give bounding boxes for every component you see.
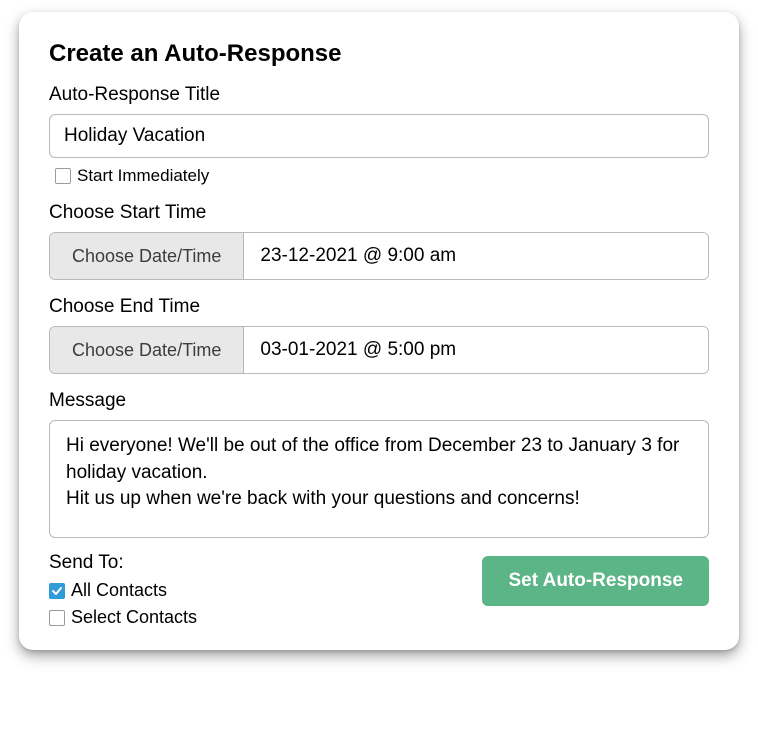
send-all-row[interactable]: All Contacts	[49, 580, 197, 601]
send-select-row[interactable]: Select Contacts	[49, 607, 197, 628]
start-immediately-row[interactable]: Start Immediately	[49, 166, 709, 186]
end-datetime-input[interactable]	[244, 327, 708, 373]
send-to-group: Send To: All Contacts Select Contacts	[49, 552, 197, 628]
send-select-label: Select Contacts	[71, 607, 197, 628]
set-auto-response-button[interactable]: Set Auto-Response	[482, 556, 709, 606]
bottom-row: Send To: All Contacts Select Contacts Se…	[49, 552, 709, 628]
message-label: Message	[49, 390, 709, 412]
title-input[interactable]	[49, 114, 709, 158]
title-label: Auto-Response Title	[49, 84, 709, 106]
send-all-checkbox[interactable]	[49, 583, 65, 599]
check-icon	[51, 585, 63, 597]
send-select-checkbox[interactable]	[49, 610, 65, 626]
message-textarea[interactable]	[49, 420, 709, 538]
choose-end-datetime-button[interactable]: Choose Date/Time	[50, 327, 244, 373]
form-title: Create an Auto-Response	[49, 40, 709, 68]
end-time-label: Choose End Time	[49, 296, 709, 318]
start-immediately-label: Start Immediately	[77, 166, 209, 186]
send-to-label: Send To:	[49, 552, 197, 574]
start-datetime-input[interactable]	[244, 233, 708, 279]
send-all-label: All Contacts	[71, 580, 167, 601]
auto-response-form: Create an Auto-Response Auto-Response Ti…	[19, 12, 739, 650]
start-time-label: Choose Start Time	[49, 202, 709, 224]
choose-start-datetime-button[interactable]: Choose Date/Time	[50, 233, 244, 279]
end-time-row: Choose Date/Time	[49, 326, 709, 374]
start-time-row: Choose Date/Time	[49, 232, 709, 280]
start-immediately-checkbox[interactable]	[55, 168, 71, 184]
